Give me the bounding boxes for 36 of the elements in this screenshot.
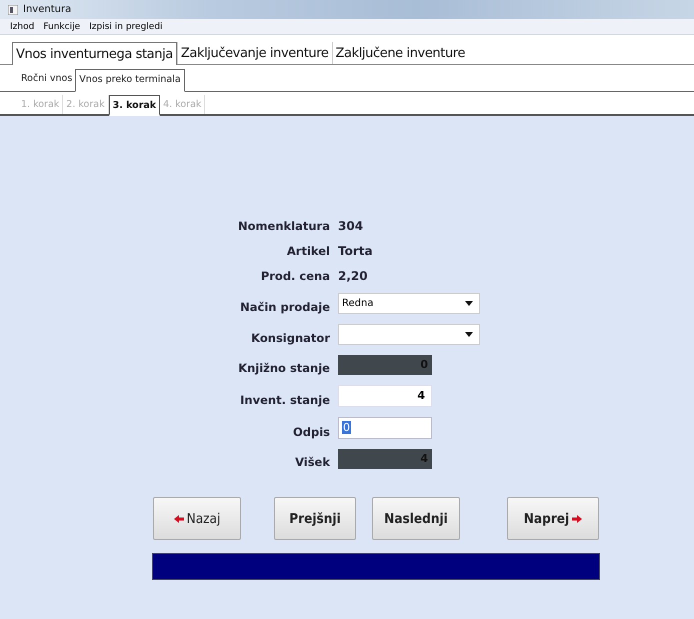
button[interactable]: Naslednji	[372, 497, 460, 540]
menu-item[interactable]: Izpisi in pregledi	[89, 22, 163, 32]
app-icon	[8, 4, 18, 14]
menu-item[interactable]: Funkcije	[43, 22, 80, 32]
dropdown[interactable]	[338, 324, 480, 345]
tab[interactable]: Zaključevanje inventure	[176, 42, 332, 64]
input-field[interactable]: 4	[338, 385, 432, 407]
field-label: Invent. stanje	[239, 393, 331, 407]
field-label: Prod. cena	[260, 269, 331, 283]
readonly-field: 0	[338, 355, 432, 375]
field-value: 304	[338, 219, 364, 233]
field-label: Odpis	[292, 425, 331, 439]
tab[interactable]: Zaključene inventure	[332, 42, 468, 64]
caret-icon	[465, 301, 473, 306]
field-label: Višek	[294, 455, 331, 469]
caret-icon	[465, 332, 473, 337]
field-value: 2,20	[338, 269, 369, 283]
tab[interactable]: Vnos preko terminala	[75, 69, 185, 92]
tab[interactable]: Ročni vnos	[18, 69, 76, 91]
arrow-right-icon	[572, 514, 582, 522]
tab[interactable]: Vnos inventurnega stanja	[12, 42, 177, 65]
input-field[interactable]: 0	[338, 417, 432, 439]
button[interactable]: Prejšnji	[274, 497, 356, 540]
field-label: Nomenklatura	[237, 219, 331, 233]
next-button[interactable]: Naprej	[507, 497, 599, 540]
readonly-field: 4	[338, 449, 432, 469]
back-button[interactable]: Nazaj	[153, 497, 241, 540]
dropdown[interactable]: Redna	[338, 293, 480, 314]
field-label: Knjižno stanje	[237, 361, 331, 375]
field-label: Način prodaje	[239, 300, 331, 314]
field-label: Konsignator	[250, 331, 331, 345]
window-title: Inventura	[23, 4, 72, 15]
arrow-left-icon	[174, 514, 184, 522]
menu-item[interactable]: Izhod	[10, 22, 34, 32]
field-value: Torta	[338, 244, 374, 258]
field-label: Artikel	[286, 244, 331, 258]
